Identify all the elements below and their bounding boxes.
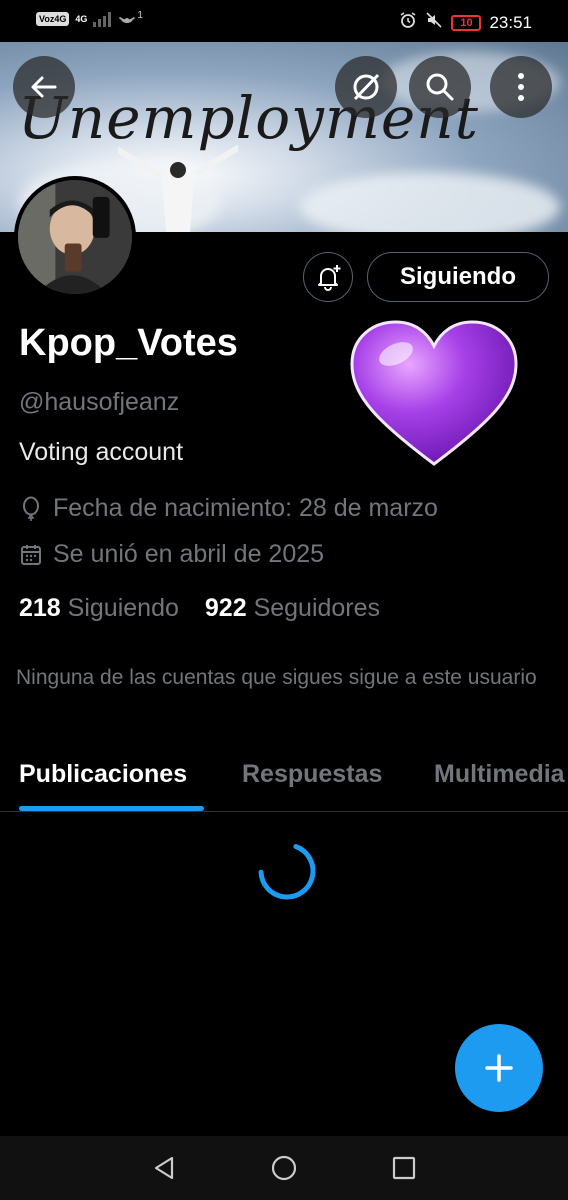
profile-name: Kpop_Votes (19, 322, 238, 364)
calendar-icon (21, 544, 41, 565)
joined-row: Se unió en abril de 2025 (19, 540, 324, 569)
follow-counts: 218 Siguiendo 922 Seguidores (19, 594, 380, 623)
banner-person (118, 145, 238, 232)
bell-plus-icon (318, 265, 341, 291)
triangle-back-icon[interactable] (150, 1154, 178, 1182)
more-vertical-icon (518, 73, 524, 101)
profile-handle: @hausofjeanz (19, 388, 180, 416)
status-bar: Voz4G 4G 1 10 23:51 (0, 0, 568, 42)
avatar[interactable] (14, 176, 136, 298)
notifications-button[interactable] (303, 252, 353, 302)
compose-button[interactable] (455, 1024, 543, 1112)
birthday-row: Fecha de nacimiento: 28 de marzo (19, 494, 438, 523)
mute-icon (425, 11, 443, 34)
following-label: Siguiendo (67, 594, 179, 622)
signal-icon (93, 11, 112, 27)
clock: 23:51 (489, 12, 532, 32)
following-button[interactable]: Siguiendo (367, 252, 549, 302)
balloon-icon (23, 496, 39, 521)
followers-link[interactable]: 922 Seguidores (205, 594, 380, 623)
android-nav-bar (0, 1136, 568, 1200)
search-icon (426, 73, 454, 101)
profile-bio: Voting account (19, 438, 184, 466)
square-recent-icon[interactable] (390, 1154, 418, 1182)
tab-publicaciones[interactable]: Publicaciones (19, 760, 187, 789)
following-count: 218 (19, 594, 61, 622)
followers-count: 922 (204, 594, 247, 622)
search-button[interactable] (409, 56, 471, 118)
plus-icon (485, 1054, 513, 1082)
purple-heart-image (350, 320, 518, 466)
birthday-text: Fecha de nacimiento: 28 de marzo (53, 494, 438, 522)
loading-spinner-icon (258, 844, 316, 900)
grok-icon (353, 73, 380, 101)
tab-respuestas[interactable]: Respuestas (242, 760, 382, 789)
back-button[interactable] (13, 56, 75, 118)
profile-tabs: Publicaciones Respuestas Multimedia (0, 748, 568, 812)
joined-text: Se unió en abril de 2025 (53, 540, 325, 568)
hotspot-icon: 1 (117, 10, 143, 28)
active-tab-indicator (19, 806, 204, 811)
circle-home-icon[interactable] (270, 1154, 298, 1182)
volte-badge: Voz4G (36, 12, 70, 26)
alarm-icon (399, 11, 417, 34)
battery-icon: 10 (451, 14, 482, 31)
tab-multimedia[interactable]: Multimedia (434, 760, 565, 789)
following-link[interactable]: 218 Siguiendo (19, 594, 179, 623)
mutuals-note: Ninguna de las cuentas que sigues sigue … (16, 666, 537, 689)
followers-label: Seguidores (253, 594, 381, 622)
arrow-left-icon (31, 76, 57, 98)
network-generation: 4G (75, 13, 88, 24)
more-options-button[interactable] (490, 56, 552, 118)
grok-button[interactable] (335, 56, 397, 118)
